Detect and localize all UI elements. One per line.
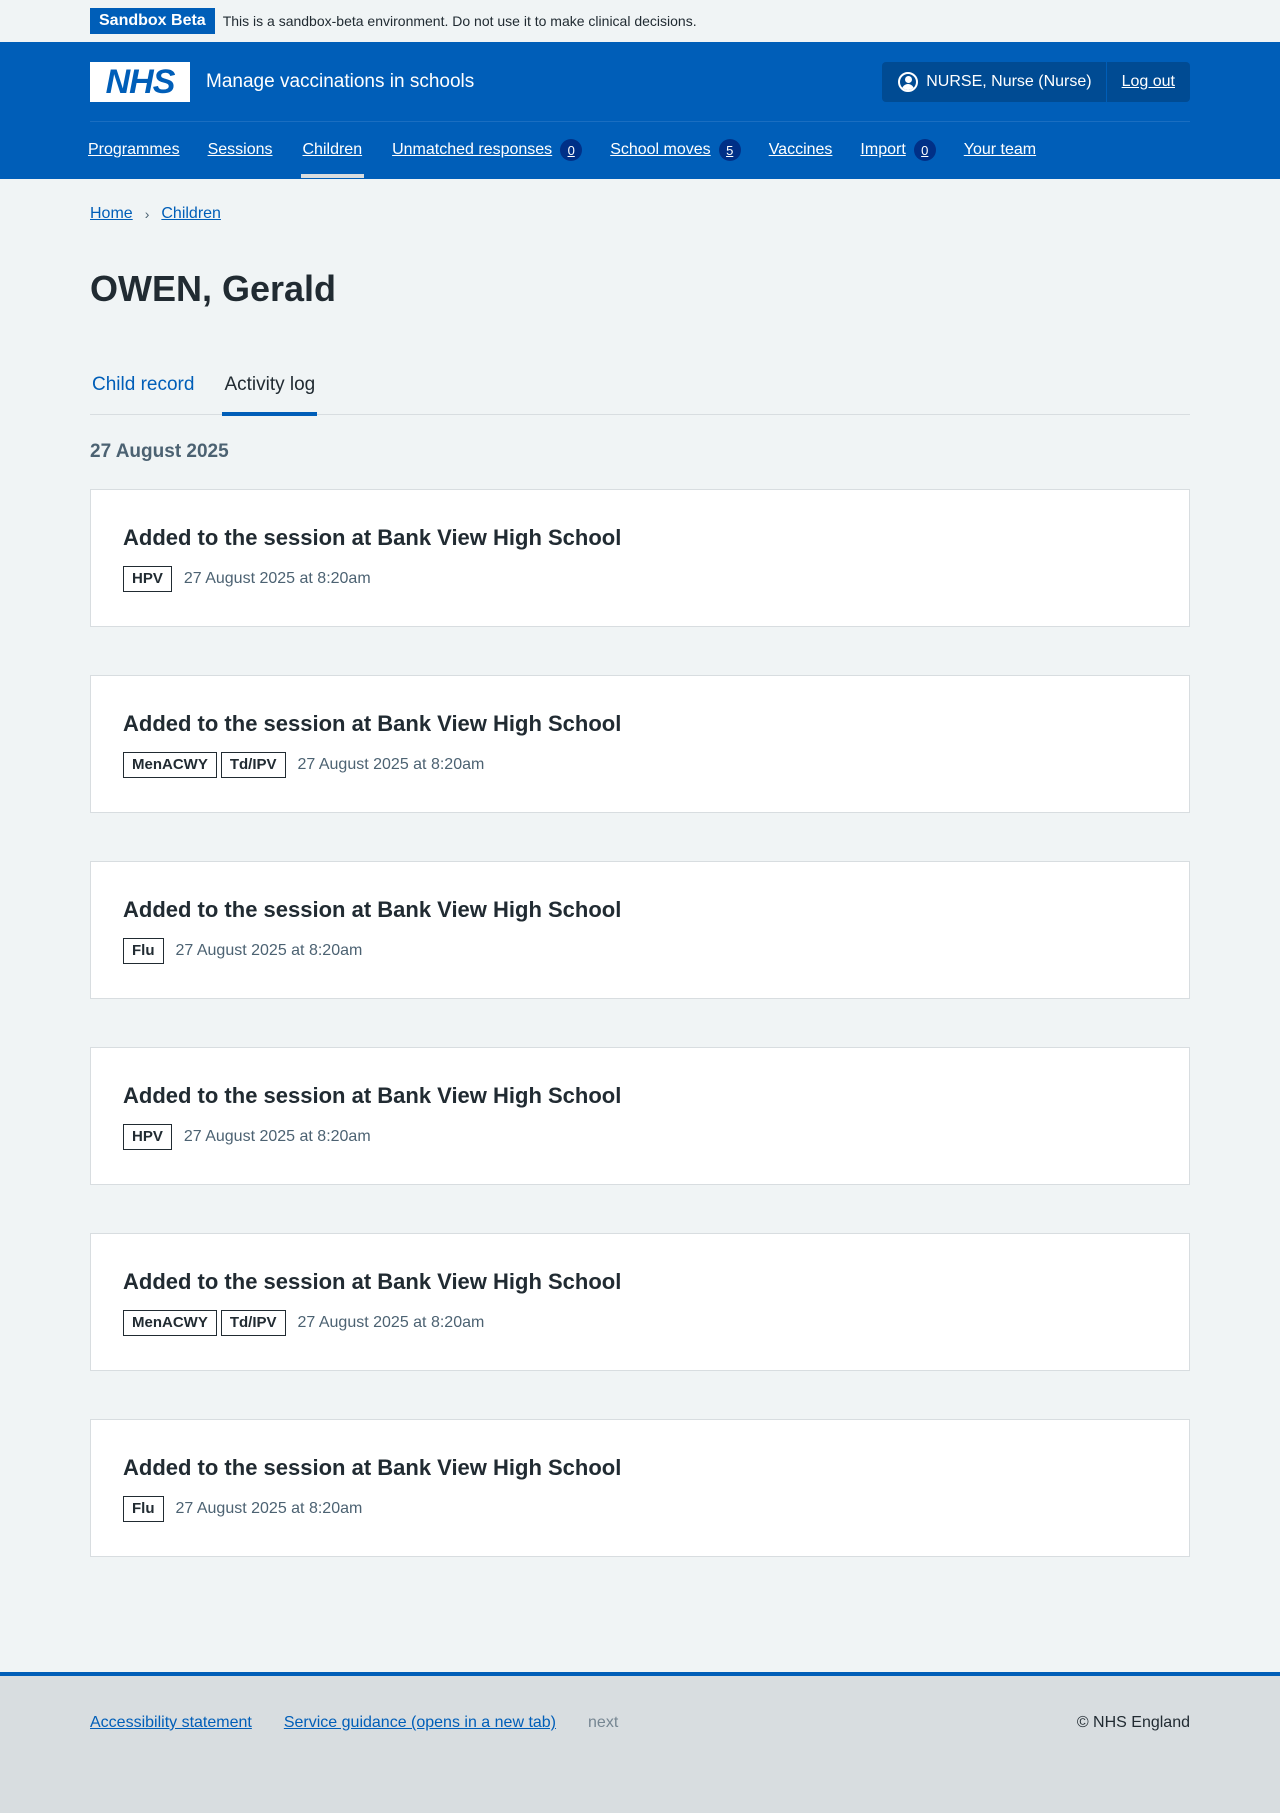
date-heading: 27 August 2025 bbox=[90, 441, 229, 462]
copyright: © NHS England bbox=[1076, 1714, 1190, 1731]
sandbox-message: This is a sandbox-beta environment. Do n… bbox=[222, 13, 697, 29]
activity-card: Added to the session at Bank View High S… bbox=[90, 861, 1190, 999]
programme-tag: Flu bbox=[123, 938, 164, 964]
sandbox-tag: Sandbox Beta bbox=[90, 8, 215, 34]
nav-label: School moves bbox=[610, 141, 711, 158]
service-guidance-link[interactable]: Service guidance (opens in a new tab) bbox=[284, 1714, 556, 1732]
activity-timestamp: 27 August 2025 at 8:20am bbox=[297, 756, 485, 773]
nhs-logo[interactable]: NHS bbox=[90, 61, 190, 102]
account-user: NURSE, Nurse (Nurse) bbox=[882, 61, 1106, 102]
activity-timestamp: 27 August 2025 at 8:20am bbox=[183, 570, 371, 587]
nav-label: Children bbox=[302, 141, 363, 158]
tab-child-record[interactable]: Child record bbox=[90, 355, 196, 415]
accessibility-statement-link[interactable]: Accessibility statement bbox=[90, 1714, 252, 1732]
activity-card: Added to the session at Bank View High S… bbox=[90, 1047, 1190, 1185]
nav-item-programmes[interactable]: Programmes bbox=[88, 122, 180, 178]
nav-label: Your team bbox=[963, 141, 1037, 158]
environment-label: next bbox=[588, 1714, 619, 1731]
programme-tag: Td/IPV bbox=[220, 1310, 286, 1336]
activity-title: Added to the session at Bank View High S… bbox=[123, 1083, 622, 1108]
footer: Accessibility statement Service guidance… bbox=[0, 1672, 1280, 1813]
activity-title: Added to the session at Bank View High S… bbox=[123, 1455, 622, 1480]
nav-label: Import bbox=[860, 141, 906, 158]
tab-activity-log[interactable]: Activity log bbox=[222, 355, 318, 416]
activity-timestamp: 27 August 2025 at 8:20am bbox=[175, 942, 363, 959]
programme-tag: Td/IPV bbox=[220, 752, 286, 778]
breadcrumb-children[interactable]: Children bbox=[161, 205, 221, 223]
nav-item-import[interactable]: Import 0 bbox=[860, 122, 936, 178]
page-title: OWEN, Gerald bbox=[90, 268, 337, 309]
activity-list: Added to the session at Bank View High S… bbox=[90, 489, 1190, 1557]
user-icon bbox=[898, 71, 919, 92]
account-menu: NURSE, Nurse (Nurse) Log out bbox=[882, 61, 1190, 102]
programme-tag: Flu bbox=[123, 1496, 164, 1522]
breadcrumb: Home › Children bbox=[90, 205, 1190, 223]
activity-title: Added to the session at Bank View High S… bbox=[123, 1269, 622, 1294]
service-name[interactable]: Manage vaccinations in schools bbox=[206, 71, 474, 93]
nav-item-vaccines[interactable]: Vaccines bbox=[769, 122, 833, 178]
activity-card: Added to the session at Bank View High S… bbox=[90, 489, 1190, 627]
activity-card: Added to the session at Bank View High S… bbox=[90, 675, 1190, 813]
nhs-logo-text: NHS bbox=[105, 62, 176, 101]
activity-timestamp: 27 August 2025 at 8:20am bbox=[183, 1128, 371, 1145]
activity-title: Added to the session at Bank View High S… bbox=[123, 525, 622, 550]
sandbox-banner: Sandbox Beta This is a sandbox-beta envi… bbox=[0, 0, 1280, 42]
chevron-right-icon: › bbox=[144, 206, 150, 222]
main-content: Home › Children OWEN, Gerald Child recor… bbox=[90, 205, 1190, 1557]
header: NHS Manage vaccinations in schools NURSE… bbox=[0, 42, 1280, 179]
programme-tag: MenACWY bbox=[123, 752, 217, 778]
programme-tag: HPV bbox=[123, 1124, 172, 1150]
activity-title: Added to the session at Bank View High S… bbox=[123, 897, 622, 922]
nav-label: Programmes bbox=[88, 141, 180, 158]
activity-timestamp: 27 August 2025 at 8:20am bbox=[175, 1500, 363, 1517]
programme-tag: MenACWY bbox=[123, 1310, 217, 1336]
activity-card: Added to the session at Bank View High S… bbox=[90, 1419, 1190, 1557]
nav-item-sessions[interactable]: Sessions bbox=[208, 122, 273, 178]
account-user-name: NURSE, Nurse (Nurse) bbox=[926, 72, 1092, 90]
breadcrumb-home[interactable]: Home bbox=[90, 205, 133, 223]
nav-item-your-team[interactable]: Your team bbox=[964, 122, 1036, 178]
nav-label: Unmatched responses bbox=[392, 141, 553, 158]
nav-label: Vaccines bbox=[768, 141, 833, 158]
nav-label: Sessions bbox=[207, 141, 273, 158]
nav-item-school-moves[interactable]: School moves 5 bbox=[610, 122, 741, 178]
logout-link[interactable]: Log out bbox=[1105, 61, 1190, 102]
brand[interactable]: NHS Manage vaccinations in schools bbox=[90, 61, 474, 102]
nav-item-unmatched-responses[interactable]: Unmatched responses 0 bbox=[392, 122, 583, 178]
count-badge: 0 bbox=[913, 139, 936, 161]
activity-timestamp: 27 August 2025 at 8:20am bbox=[297, 1314, 485, 1331]
programme-tag: HPV bbox=[123, 566, 172, 592]
footer-links: Accessibility statement Service guidance… bbox=[90, 1714, 618, 1732]
count-badge: 5 bbox=[718, 139, 741, 161]
nav-item-children[interactable]: Children bbox=[300, 122, 365, 178]
count-badge: 0 bbox=[560, 139, 583, 161]
activity-card: Added to the session at Bank View High S… bbox=[90, 1233, 1190, 1371]
primary-nav: Programmes Sessions Children Unmatched r… bbox=[88, 122, 1190, 178]
activity-title: Added to the session at Bank View High S… bbox=[123, 711, 622, 736]
secondary-nav-tabs: Child record Activity log bbox=[90, 355, 1190, 416]
